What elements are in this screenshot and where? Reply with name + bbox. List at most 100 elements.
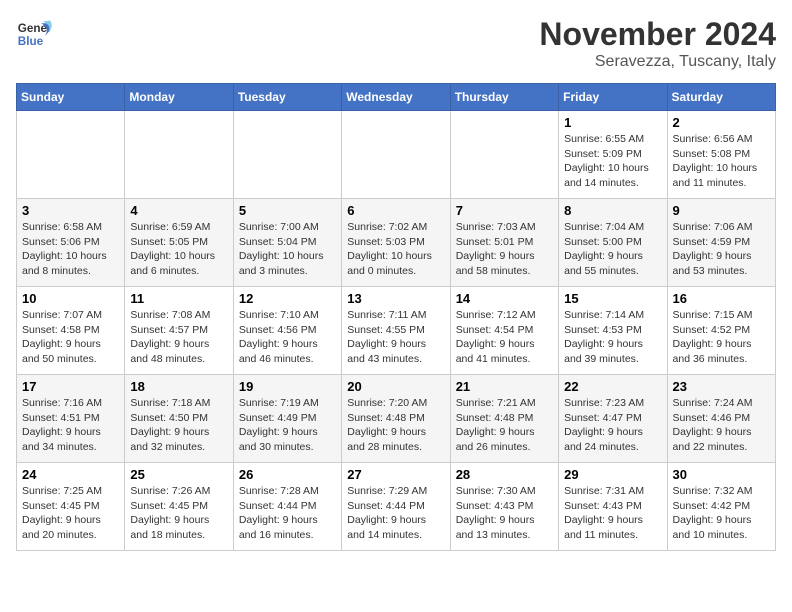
day-info: Sunrise: 7:31 AM Sunset: 4:43 PM Dayligh… [564, 484, 661, 543]
day-info: Sunrise: 7:11 AM Sunset: 4:55 PM Dayligh… [347, 308, 444, 367]
calendar-cell: 28 Sunrise: 7:30 AM Sunset: 4:43 PM Dayli… [450, 463, 558, 551]
calendar-cell: 16 Sunrise: 7:15 AM Sunset: 4:52 PM Dayli… [667, 287, 775, 375]
day-info: Sunrise: 7:07 AM Sunset: 4:58 PM Dayligh… [22, 308, 119, 367]
calendar-cell: 3Sunrise: 6:58 AM Sunset: 5:06 PM Daylig… [17, 199, 125, 287]
location: Seravezza, Tuscany, Italy [539, 53, 776, 71]
day-number: 23 [673, 379, 770, 394]
day-number: 28 [456, 467, 553, 482]
day-number: 13 [347, 291, 444, 306]
day-info: Sunrise: 7:28 AM Sunset: 4:44 PM Dayligh… [239, 484, 336, 543]
day-info: Sunrise: 7:20 AM Sunset: 4:48 PM Dayligh… [347, 396, 444, 455]
weekday-header: Sunday [17, 84, 125, 111]
weekday-header: Thursday [450, 84, 558, 111]
calendar-header: SundayMondayTuesdayWednesdayThursdayFrid… [17, 84, 776, 111]
weekday-header: Saturday [667, 84, 775, 111]
calendar-cell: 2 Sunrise: 6:56 AM Sunset: 5:08 PM Daylig… [667, 111, 775, 199]
day-number: 20 [347, 379, 444, 394]
day-number: 8 [564, 203, 661, 218]
day-number: 10 [22, 291, 119, 306]
day-info: Sunrise: 7:00 AM Sunset: 5:04 PM Dayligh… [239, 220, 336, 279]
calendar-cell: 25Sunrise: 7:26 AM Sunset: 4:45 PM Dayli… [125, 463, 233, 551]
day-info: Sunrise: 7:04 AM Sunset: 5:00 PM Dayligh… [564, 220, 661, 279]
calendar-cell: 13 Sunrise: 7:11 AM Sunset: 4:55 PM Dayli… [342, 287, 450, 375]
calendar-cell: 8 Sunrise: 7:04 AM Sunset: 5:00 PM Daylig… [559, 199, 667, 287]
calendar-week: 24 Sunrise: 7:25 AM Sunset: 4:45 PM Dayli… [17, 463, 776, 551]
calendar-cell: 10 Sunrise: 7:07 AM Sunset: 4:58 PM Dayli… [17, 287, 125, 375]
day-number: 22 [564, 379, 661, 394]
day-info: Sunrise: 7:25 AM Sunset: 4:45 PM Dayligh… [22, 484, 119, 543]
calendar-cell [17, 111, 125, 199]
day-number: 30 [673, 467, 770, 482]
day-info: Sunrise: 7:18 AM Sunset: 4:50 PM Dayligh… [130, 396, 227, 455]
day-info: Sunrise: 7:24 AM Sunset: 4:46 PM Dayligh… [673, 396, 770, 455]
day-info: Sunrise: 7:08 AM Sunset: 4:57 PM Dayligh… [130, 308, 227, 367]
calendar-cell: 9Sunrise: 7:06 AM Sunset: 4:59 PM Daylig… [667, 199, 775, 287]
weekday-header: Tuesday [233, 84, 341, 111]
day-info: Sunrise: 7:14 AM Sunset: 4:53 PM Dayligh… [564, 308, 661, 367]
day-number: 5 [239, 203, 336, 218]
calendar-cell: 19 Sunrise: 7:19 AM Sunset: 4:49 PM Dayli… [233, 375, 341, 463]
svg-text:Blue: Blue [18, 35, 44, 48]
day-number: 16 [673, 291, 770, 306]
calendar-cell: 22 Sunrise: 7:23 AM Sunset: 4:47 PM Dayli… [559, 375, 667, 463]
calendar-week: 10 Sunrise: 7:07 AM Sunset: 4:58 PM Dayli… [17, 287, 776, 375]
day-number: 14 [456, 291, 553, 306]
calendar-cell: 18Sunrise: 7:18 AM Sunset: 4:50 PM Dayli… [125, 375, 233, 463]
day-info: Sunrise: 6:59 AM Sunset: 5:05 PM Dayligh… [130, 220, 227, 279]
day-info: Sunrise: 7:15 AM Sunset: 4:52 PM Dayligh… [673, 308, 770, 367]
day-info: Sunrise: 6:56 AM Sunset: 5:08 PM Dayligh… [673, 132, 770, 191]
calendar-cell: 5 Sunrise: 7:00 AM Sunset: 5:04 PM Daylig… [233, 199, 341, 287]
day-number: 26 [239, 467, 336, 482]
calendar-cell: 30 Sunrise: 7:32 AM Sunset: 4:42 PM Dayli… [667, 463, 775, 551]
day-info: Sunrise: 7:26 AM Sunset: 4:45 PM Dayligh… [130, 484, 227, 543]
calendar-cell: 4 Sunrise: 6:59 AM Sunset: 5:05 PM Daylig… [125, 199, 233, 287]
month-title: November 2024 [539, 16, 776, 53]
calendar-cell: 7 Sunrise: 7:03 AM Sunset: 5:01 PM Daylig… [450, 199, 558, 287]
calendar-cell: 24 Sunrise: 7:25 AM Sunset: 4:45 PM Dayli… [17, 463, 125, 551]
day-number: 11 [130, 291, 227, 306]
calendar-cell [342, 111, 450, 199]
day-number: 15 [564, 291, 661, 306]
day-number: 24 [22, 467, 119, 482]
calendar-cell [233, 111, 341, 199]
day-number: 19 [239, 379, 336, 394]
title-block: November 2024 Seravezza, Tuscany, Italy [539, 16, 776, 71]
day-info: Sunrise: 7:12 AM Sunset: 4:54 PM Dayligh… [456, 308, 553, 367]
day-number: 6 [347, 203, 444, 218]
calendar-cell: 23 Sunrise: 7:24 AM Sunset: 4:46 PM Dayli… [667, 375, 775, 463]
calendar-cell: 12Sunrise: 7:10 AM Sunset: 4:56 PM Dayli… [233, 287, 341, 375]
day-info: Sunrise: 7:29 AM Sunset: 4:44 PM Dayligh… [347, 484, 444, 543]
day-info: Sunrise: 7:06 AM Sunset: 4:59 PM Dayligh… [673, 220, 770, 279]
calendar-week: 1 Sunrise: 6:55 AM Sunset: 5:09 PM Daylig… [17, 111, 776, 199]
day-info: Sunrise: 6:55 AM Sunset: 5:09 PM Dayligh… [564, 132, 661, 191]
day-number: 2 [673, 115, 770, 130]
day-info: Sunrise: 7:32 AM Sunset: 4:42 PM Dayligh… [673, 484, 770, 543]
calendar-cell: 26 Sunrise: 7:28 AM Sunset: 4:44 PM Dayli… [233, 463, 341, 551]
page-header: General Blue November 2024 Seravezza, Tu… [16, 16, 776, 71]
day-info: Sunrise: 6:58 AM Sunset: 5:06 PM Dayligh… [22, 220, 119, 279]
day-info: Sunrise: 7:23 AM Sunset: 4:47 PM Dayligh… [564, 396, 661, 455]
day-number: 1 [564, 115, 661, 130]
day-number: 7 [456, 203, 553, 218]
day-info: Sunrise: 7:02 AM Sunset: 5:03 PM Dayligh… [347, 220, 444, 279]
day-info: Sunrise: 7:03 AM Sunset: 5:01 PM Dayligh… [456, 220, 553, 279]
calendar-cell: 21 Sunrise: 7:21 AM Sunset: 4:48 PM Dayli… [450, 375, 558, 463]
calendar-cell: 27Sunrise: 7:29 AM Sunset: 4:44 PM Dayli… [342, 463, 450, 551]
day-number: 29 [564, 467, 661, 482]
calendar: SundayMondayTuesdayWednesdayThursdayFrid… [16, 83, 776, 551]
day-info: Sunrise: 7:16 AM Sunset: 4:51 PM Dayligh… [22, 396, 119, 455]
day-info: Sunrise: 7:10 AM Sunset: 4:56 PM Dayligh… [239, 308, 336, 367]
calendar-week: 17Sunrise: 7:16 AM Sunset: 4:51 PM Dayli… [17, 375, 776, 463]
calendar-cell: 6 Sunrise: 7:02 AM Sunset: 5:03 PM Daylig… [342, 199, 450, 287]
calendar-cell: 20 Sunrise: 7:20 AM Sunset: 4:48 PM Dayli… [342, 375, 450, 463]
weekday-header: Monday [125, 84, 233, 111]
calendar-cell: 14 Sunrise: 7:12 AM Sunset: 4:54 PM Dayli… [450, 287, 558, 375]
calendar-cell: 15 Sunrise: 7:14 AM Sunset: 4:53 PM Dayli… [559, 287, 667, 375]
day-number: 21 [456, 379, 553, 394]
day-info: Sunrise: 7:19 AM Sunset: 4:49 PM Dayligh… [239, 396, 336, 455]
day-number: 4 [130, 203, 227, 218]
day-info: Sunrise: 7:21 AM Sunset: 4:48 PM Dayligh… [456, 396, 553, 455]
weekday-header: Wednesday [342, 84, 450, 111]
calendar-cell: 17Sunrise: 7:16 AM Sunset: 4:51 PM Dayli… [17, 375, 125, 463]
day-info: Sunrise: 7:30 AM Sunset: 4:43 PM Dayligh… [456, 484, 553, 543]
